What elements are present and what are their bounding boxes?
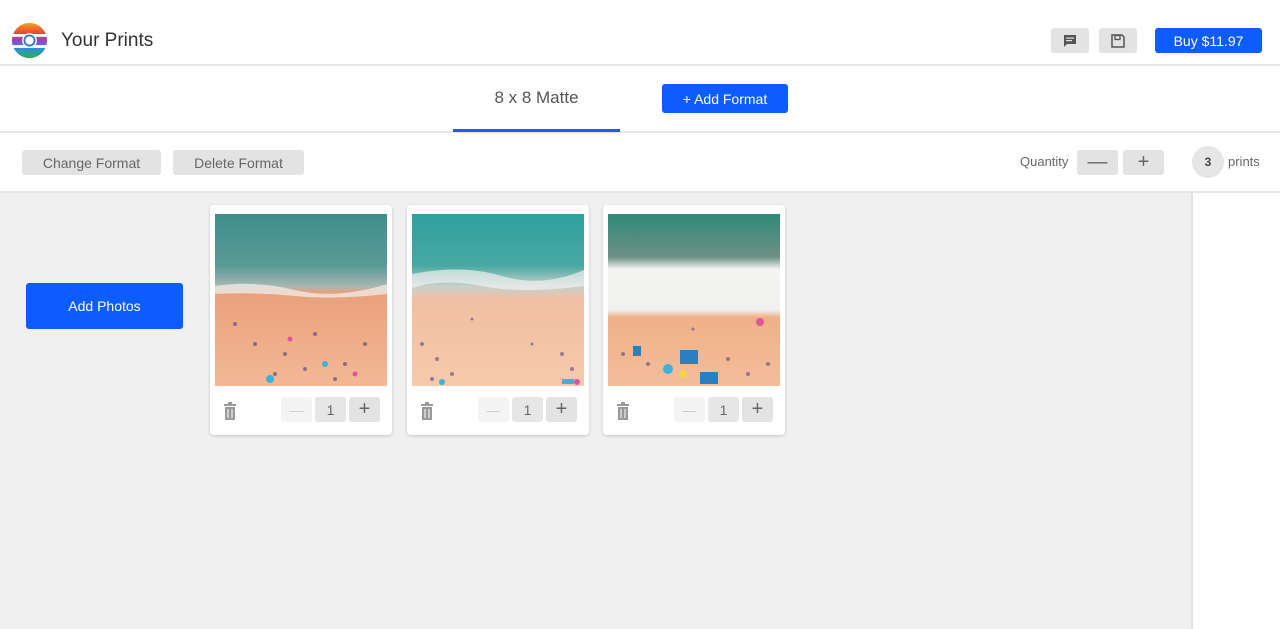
print-count-badge: 3 [1192,146,1224,178]
app-header: Your Prints Buy $11.97 [0,0,1280,66]
delete-photo-icon[interactable] [615,402,631,420]
photo-quantity-value: 1 [708,397,739,422]
chat-icon [1064,34,1076,47]
photo-thumbnail[interactable] [412,214,584,386]
format-tabs: 8 x 8 Matte + Add Format [0,66,1280,133]
quantity-decrease-button[interactable]: — [1077,150,1118,175]
photo-quantity-increase[interactable]: + [546,397,577,422]
buy-button[interactable]: Buy $11.97 [1155,28,1262,53]
photo-card: — 1 + [407,205,589,435]
delete-photo-icon[interactable] [419,402,435,420]
app-title: Your Prints [61,30,154,51]
change-format-button[interactable]: Change Format [22,150,161,175]
floppy-disk-icon [1111,33,1125,48]
save-button[interactable] [1099,28,1137,53]
right-side-panel [1195,193,1280,629]
camera-logo-icon [11,22,48,59]
chat-button[interactable] [1051,28,1089,53]
photo-card: — 1 + [603,205,785,435]
photo-thumbnail[interactable] [608,214,780,386]
photo-quantity-value: 1 [512,397,543,422]
delete-photo-icon[interactable] [222,402,238,420]
photo-quantity-value: 1 [315,397,346,422]
photo-quantity-decrease[interactable]: — [674,397,705,422]
photo-thumbnail[interactable] [215,214,387,386]
format-toolbar: Change Format Delete Format Quantity — +… [0,133,1280,193]
photo-card: — 1 + [210,205,392,435]
quantity-increase-button[interactable]: + [1123,150,1164,175]
quantity-label: Quantity [1020,154,1069,169]
add-photos-button[interactable]: Add Photos [26,283,183,329]
photo-quantity-decrease[interactable]: — [281,397,312,422]
photo-grid-area: Add Photos — 1 + — 1 + — 1 + [0,193,1193,629]
photo-quantity-increase[interactable]: + [742,397,773,422]
delete-format-button[interactable]: Delete Format [173,150,304,175]
add-format-button[interactable]: + Add Format [662,84,788,113]
prints-label: prints [1228,154,1260,169]
photo-quantity-decrease[interactable]: — [478,397,509,422]
photo-quantity-increase[interactable]: + [349,397,380,422]
tab-8x8-matte[interactable]: 8 x 8 Matte [453,66,620,132]
